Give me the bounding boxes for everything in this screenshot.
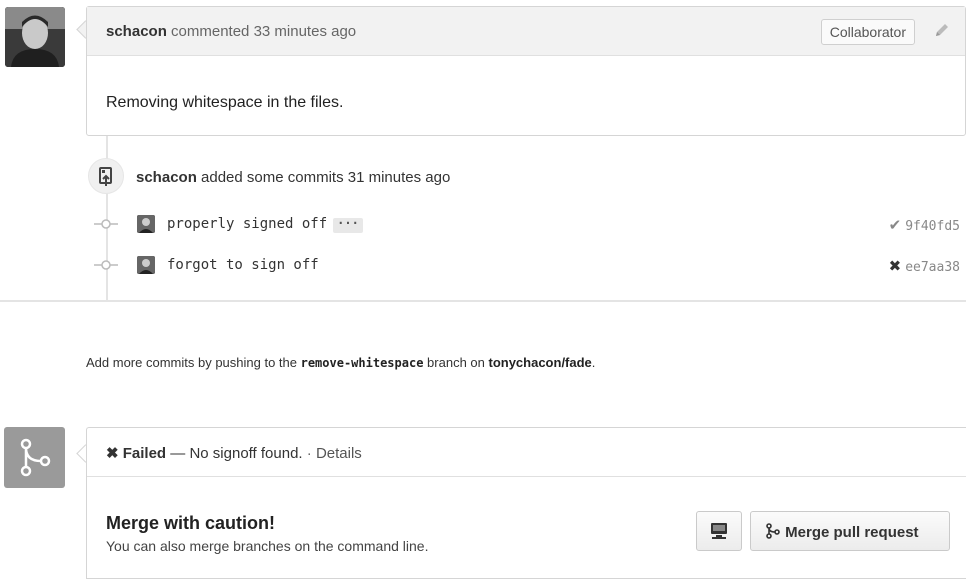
- comment-body: Removing whitespace in the files.: [106, 94, 344, 111]
- status-message: No signoff found.: [189, 445, 303, 462]
- git-merge-icon: [765, 523, 785, 541]
- details-link[interactable]: Details: [316, 445, 362, 462]
- check-icon[interactable]: ✔: [889, 217, 902, 234]
- push-hint: Add more commits by pushing to the remov…: [86, 355, 595, 370]
- git-merge-icon: [4, 427, 65, 488]
- commit-message-link[interactable]: properly signed off: [167, 216, 327, 232]
- status-separator: ·: [302, 445, 316, 462]
- commit-author-avatar[interactable]: [137, 256, 155, 274]
- commit-author-avatar[interactable]: [137, 215, 155, 233]
- pencil-icon[interactable]: [933, 21, 951, 43]
- commit-status: ✖ ee7aa38: [889, 257, 960, 275]
- hint-middle: branch on: [423, 355, 489, 370]
- commit-status: ✔ 9f40fd5: [889, 216, 960, 234]
- comment-timestamp[interactable]: commented 33 minutes ago: [171, 23, 356, 40]
- commit-row: forgot to sign off ✖ ee7aa38: [94, 254, 960, 276]
- push-description: added some commits 31 minutes ago: [201, 169, 451, 186]
- open-in-desktop-button[interactable]: [696, 511, 742, 551]
- timeline-divider: [0, 300, 966, 302]
- hint-prefix: Add more commits by pushing to the: [86, 355, 301, 370]
- collaborator-badge: Collaborator: [820, 19, 915, 45]
- commit-sha[interactable]: 9f40fd5: [905, 219, 960, 234]
- comment-author[interactable]: schacon: [106, 23, 167, 40]
- merge-button-label: Merge pull request: [785, 524, 919, 541]
- status-dash: —: [166, 445, 190, 462]
- git-commit-icon: [94, 215, 118, 238]
- expand-commit-button[interactable]: ···: [333, 217, 363, 233]
- hint-suffix: .: [591, 355, 596, 370]
- merge-panel: ✖ Failed — No signoff found. · Details M…: [86, 427, 966, 579]
- comment-header: schacon commented 33 minutes ago Collabo…: [87, 7, 965, 56]
- push-author[interactable]: schacon: [136, 169, 197, 186]
- merge-title: Merge with caution!: [106, 513, 276, 533]
- comment-box: schacon commented 33 minutes ago Collabo…: [86, 6, 966, 136]
- git-commit-icon: [94, 256, 118, 279]
- merge-status-bar: ✖ Failed — No signoff found. · Details: [87, 428, 966, 477]
- desktop-icon: [697, 523, 741, 554]
- avatar[interactable]: [5, 7, 65, 67]
- merge-pull-request-button[interactable]: Merge pull request: [750, 511, 950, 551]
- commit-message: properly signed off ···: [167, 216, 363, 233]
- repo-link[interactable]: tonychacon/fade: [488, 355, 591, 370]
- merge-subtitle: You can also merge branches on the comma…: [106, 538, 429, 554]
- x-icon[interactable]: ✖: [889, 258, 902, 275]
- commit-sha[interactable]: ee7aa38: [905, 260, 960, 275]
- commit-message-link[interactable]: forgot to sign off: [167, 257, 319, 273]
- commit-message: forgot to sign off: [167, 257, 319, 273]
- commit-row: properly signed off ··· ✔ 9f40fd5: [94, 213, 960, 235]
- x-icon: ✖: [106, 445, 119, 462]
- push-event: schacon added some commits 31 minutes ag…: [136, 169, 450, 186]
- repo-push-icon: [88, 158, 124, 194]
- status-failed-label: Failed: [122, 445, 167, 462]
- branch-name: remove-whitespace: [300, 356, 424, 370]
